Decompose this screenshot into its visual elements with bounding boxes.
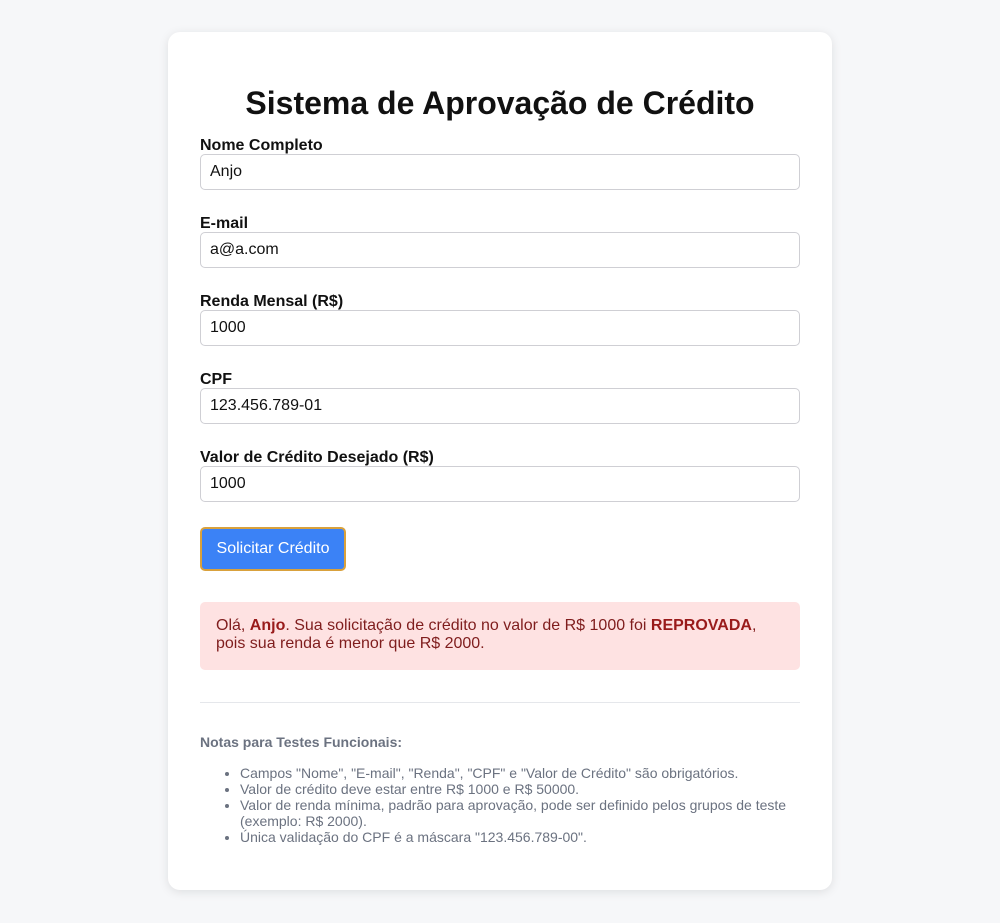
credit-form-card: Sistema de Aprovação de Crédito Nome Com… (168, 32, 832, 890)
notes-list: Campos "Nome", "E-mail", "Renda", "CPF" … (200, 765, 810, 845)
email-label: E-mail (200, 215, 249, 232)
note-item: Campos "Nome", "E-mail", "Renda", "CPF" … (240, 765, 810, 781)
name-label: Nome Completo (200, 137, 323, 154)
credit-amount-field: Valor de Crédito Desejado (R$) (200, 448, 800, 502)
income-input[interactable] (200, 310, 800, 346)
name-input[interactable] (200, 154, 800, 190)
email-field: E-mail (200, 214, 800, 268)
income-field: Renda Mensal (R$) (200, 292, 800, 346)
income-label: Renda Mensal (R$) (200, 293, 344, 310)
email-input[interactable] (200, 232, 800, 268)
page-title: Sistema de Aprovação de Crédito (245, 85, 755, 121)
note-item: Única validação do CPF é a máscara "123.… (240, 829, 810, 845)
credit-amount-input[interactable] (200, 466, 800, 502)
result-text-1: . Sua solicitação de crédito no valor de… (285, 617, 651, 634)
divider (200, 702, 800, 703)
result-name: Anjo (249, 617, 286, 634)
result-greeting: Olá, (216, 617, 250, 634)
name-field: Nome Completo (200, 136, 800, 190)
note-item: Valor de renda mínima, padrão para aprov… (240, 797, 810, 829)
result-status: REPROVADA (650, 617, 752, 634)
result-message: Olá, Anjo. Sua solicitação de crédito no… (200, 602, 800, 670)
cpf-input[interactable] (200, 388, 800, 424)
credit-amount-label: Valor de Crédito Desejado (R$) (200, 449, 434, 466)
note-item: Valor de crédito deve estar entre R$ 100… (240, 781, 810, 797)
cpf-label: CPF (200, 371, 232, 388)
notes-title: Notas para Testes Funcionais: (200, 734, 403, 750)
request-credit-button[interactable]: Solicitar Crédito (200, 527, 346, 571)
cpf-field: CPF (200, 370, 800, 424)
